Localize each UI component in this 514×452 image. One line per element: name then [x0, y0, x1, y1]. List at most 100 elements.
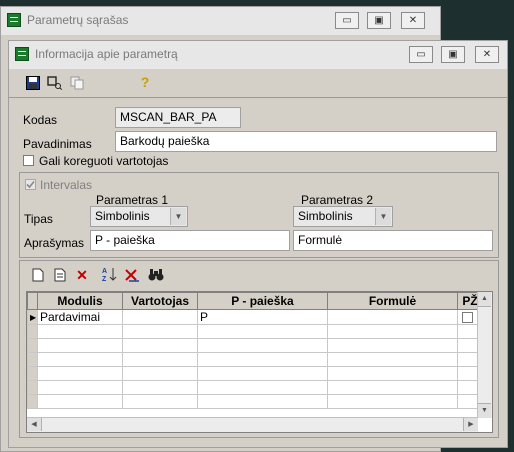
vertical-scrollbar[interactable]: ▲ ▼: [477, 292, 492, 418]
scroll-left-button[interactable]: ◀: [27, 418, 42, 431]
close-button[interactable]: ✕: [401, 12, 425, 29]
grid-header-row: Modulis Vartotojas P - paieška Formulė P…: [27, 292, 483, 310]
new-document-icon[interactable]: [30, 267, 46, 283]
tipas2-select[interactable]: Simbolinis ▼: [293, 206, 393, 227]
column-header-vartotojas[interactable]: Vartotojas: [122, 292, 198, 310]
aprasymas1-field[interactable]: P - paieška: [90, 230, 290, 251]
grid-cell[interactable]: [327, 338, 458, 353]
intervalas-checkbox[interactable]: [25, 179, 36, 190]
maximize-button[interactable]: ▣: [441, 46, 465, 63]
pavadinimas-field[interactable]: Barkodų paieška: [115, 131, 497, 152]
tipas1-select[interactable]: Simbolinis ▼: [90, 206, 188, 227]
grid-cell[interactable]: [122, 380, 198, 395]
grid-cell[interactable]: [122, 366, 198, 381]
gali-koreguoti-checkbox[interactable]: [23, 155, 34, 166]
grid-cell[interactable]: [37, 352, 123, 367]
row-indicator: [27, 352, 38, 367]
row-indicator: [27, 366, 38, 381]
help-icon[interactable]: ?: [137, 74, 153, 90]
grid-cell[interactable]: [37, 324, 123, 339]
grid-cell[interactable]: [327, 394, 458, 409]
scroll-right-button[interactable]: ▶: [463, 418, 478, 431]
row-indicator: [27, 394, 38, 409]
table-row[interactable]: [27, 338, 483, 353]
table-row[interactable]: [27, 394, 483, 409]
table-row[interactable]: [27, 380, 483, 395]
column-header-modulis[interactable]: Modulis: [37, 292, 123, 310]
minimize-icon: ▭: [416, 49, 426, 60]
table-row[interactable]: ▶ Pardavimai P: [27, 309, 483, 325]
copy-icon[interactable]: [69, 75, 85, 91]
horizontal-scrollbar[interactable]: ◀ ▶: [27, 417, 478, 432]
maximize-icon: ▣: [374, 15, 384, 26]
main-window-titlebar[interactable]: Informacija apie parametrą ▭ ▣ ✕: [9, 41, 507, 69]
column-header-p-paieska[interactable]: P - paieška: [197, 292, 328, 310]
grid-cell[interactable]: [327, 324, 458, 339]
row-indicator: [27, 380, 38, 395]
gali-koreguoti-label: Gali koreguoti vartotojas: [39, 154, 169, 168]
edit-document-icon[interactable]: [52, 267, 68, 283]
grid-cell[interactable]: [197, 352, 328, 367]
grid-cell[interactable]: [197, 324, 328, 339]
app-icon: [7, 13, 21, 27]
grid-cell[interactable]: [122, 338, 198, 353]
cell-formule[interactable]: [327, 309, 458, 325]
param2-header: Parametras 2: [301, 193, 374, 207]
main-window: Informacija apie parametrą ▭ ▣ ✕ ? Kodas…: [8, 40, 508, 448]
kodas-field[interactable]: MSCAN_BAR_PA: [115, 107, 241, 128]
key-tool-icon[interactable]: [47, 75, 63, 91]
pz-checkbox[interactable]: [462, 311, 473, 323]
grid-cell[interactable]: [122, 352, 198, 367]
back-window-titlebar[interactable]: Parametrų sąrašas ▭ ▣ ✕: [1, 7, 440, 35]
maximize-button[interactable]: ▣: [367, 12, 391, 29]
save-icon[interactable]: [25, 75, 41, 91]
grid-cell[interactable]: [37, 380, 123, 395]
close-icon: ✕: [482, 49, 492, 60]
grid-cell[interactable]: [197, 338, 328, 353]
scroll-up-button[interactable]: ▲: [478, 292, 491, 307]
table-row[interactable]: [27, 352, 483, 367]
cell-modulis[interactable]: Pardavimai: [37, 309, 123, 325]
grid-cell[interactable]: [327, 380, 458, 395]
grid-cell[interactable]: [37, 394, 123, 409]
delete-icon[interactable]: ✕: [74, 267, 90, 283]
tipas-label: Tipas: [24, 212, 53, 226]
chevron-down-icon[interactable]: ▼: [170, 208, 186, 225]
tipas2-value: Simbolinis: [298, 209, 353, 223]
grid-cell[interactable]: [327, 352, 458, 367]
grid-cell[interactable]: [37, 338, 123, 353]
back-window-title: Parametrų sąrašas: [27, 13, 129, 27]
chevron-down-icon[interactable]: ▼: [375, 208, 391, 225]
toolbar: ?: [9, 69, 507, 98]
binoculars-icon[interactable]: [148, 267, 164, 283]
table-row[interactable]: [27, 324, 483, 339]
sort-az-icon[interactable]: AZ: [102, 266, 118, 282]
grid-cell[interactable]: [197, 366, 328, 381]
close-icon: ✕: [408, 15, 418, 26]
grid-cell[interactable]: [197, 394, 328, 409]
maximize-icon: ▣: [448, 49, 458, 60]
kodas-label: Kodas: [23, 113, 58, 127]
scroll-down-button[interactable]: ▼: [478, 403, 491, 418]
data-grid: Modulis Vartotojas P - paieška Formulė P…: [26, 291, 493, 433]
minimize-button[interactable]: ▭: [409, 46, 433, 63]
interval-group: Intervalas Parametras 1 Parametras 2 Tip…: [19, 172, 499, 258]
aprasymas-label: Aprašymas: [24, 236, 85, 250]
grid-cell[interactable]: [122, 324, 198, 339]
app-icon: [15, 47, 29, 61]
clear-filter-icon[interactable]: [124, 267, 140, 283]
cell-p-paieska[interactable]: P: [197, 309, 328, 325]
column-header-formule[interactable]: Formulė: [327, 292, 458, 310]
cell-vartotojas[interactable]: [122, 309, 198, 325]
close-button[interactable]: ✕: [475, 46, 499, 63]
grid-cell[interactable]: [197, 380, 328, 395]
grid-cell[interactable]: [37, 366, 123, 381]
grid-table: Modulis Vartotojas P - paieška Formulė P…: [27, 292, 483, 409]
svg-text:Z: Z: [102, 276, 107, 282]
aprasymas2-field[interactable]: Formulė: [293, 230, 493, 251]
table-row[interactable]: [27, 366, 483, 381]
minimize-button[interactable]: ▭: [335, 12, 359, 29]
grid-cell[interactable]: [327, 366, 458, 381]
grid-cell[interactable]: [122, 394, 198, 409]
grid-panel: ✕ AZ Modulis Vartotojas P - paieška Form…: [19, 260, 499, 438]
